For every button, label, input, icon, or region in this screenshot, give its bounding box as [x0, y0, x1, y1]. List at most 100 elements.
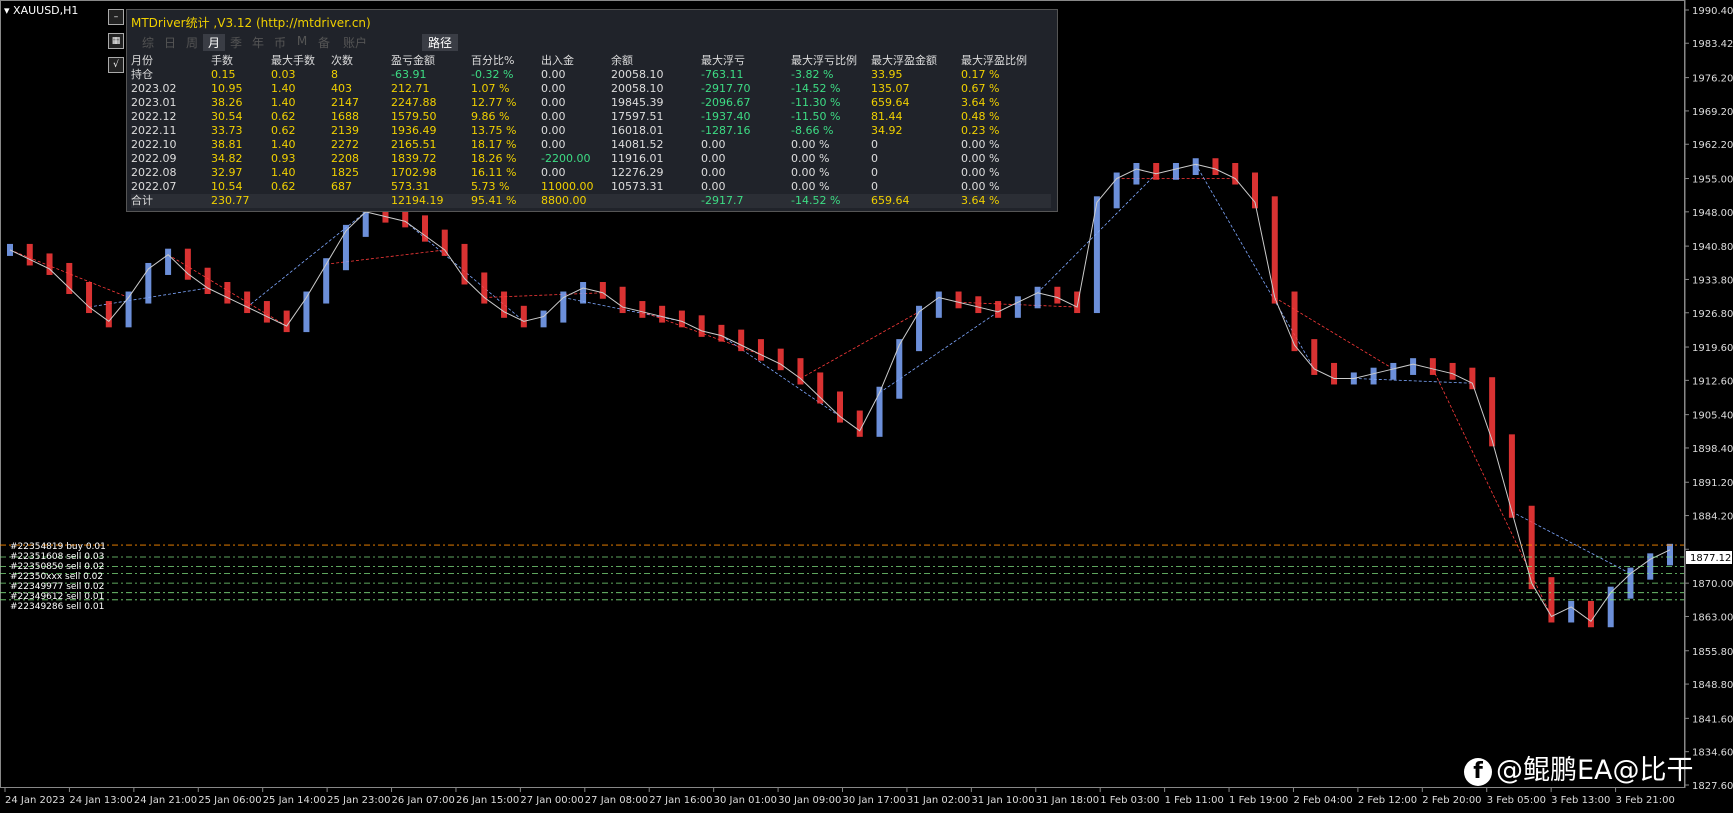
path-button[interactable]: 路径 — [422, 34, 459, 51]
tab-7[interactable]: M — [291, 34, 313, 51]
table-cell: 0.00 % — [961, 138, 1000, 151]
table-cell: 0.00 % — [791, 180, 830, 193]
table-cell: 1936.49 — [391, 124, 437, 137]
candle — [1410, 358, 1417, 375]
y-tick-label: 1983.42 — [1692, 39, 1733, 50]
tab-1[interactable]: 日 — [159, 34, 181, 51]
candle — [441, 229, 448, 256]
table-cell: 2208 — [331, 152, 359, 165]
candle — [1133, 162, 1140, 185]
table-cell: 10573.31 — [611, 180, 664, 193]
order-label: #22349977 sell 0.02 — [10, 582, 105, 592]
table-cell: 0 — [871, 138, 878, 151]
x-tick-label: 1 Feb 19:00 — [1229, 795, 1288, 806]
candle — [1587, 600, 1594, 628]
table-cell: 0.00 % — [791, 152, 830, 165]
table-cell: 0.00 — [541, 82, 566, 95]
table-cell: 2022.09 — [131, 152, 177, 165]
candle — [263, 301, 270, 323]
tab-6[interactable]: 币 — [269, 34, 291, 51]
table-cell: -2200.00 — [541, 152, 591, 165]
x-tick-label: 31 Jan 18:00 — [1036, 795, 1099, 806]
table-cell: -2917.70 — [701, 82, 751, 95]
column-header: 余额 — [611, 54, 633, 67]
table-cell: 0.00 — [701, 166, 726, 179]
candle — [678, 310, 685, 328]
table-row: 2022.11 33.73 0.62 2139 1936.49 13.75 % 0.00 16… — [131, 124, 1051, 138]
candle — [757, 339, 764, 361]
table-row: 2022.08 32.97 1.40 1825 1702.98 16.11 % 0.00 12… — [131, 166, 1051, 180]
y-tick-label: 1841.60 — [1692, 714, 1733, 725]
x-tick-label: 2 Feb 04:00 — [1293, 795, 1352, 806]
table-cell: 2139 — [331, 124, 359, 137]
candle — [501, 291, 508, 318]
table-cell: 1702.98 — [391, 166, 437, 179]
x-tick-label: 30 Jan 17:00 — [843, 795, 906, 806]
tab-8[interactable]: 备 — [313, 34, 335, 51]
x-tick-label: 3 Feb 05:00 — [1487, 795, 1546, 806]
column-header: 手数 — [211, 54, 233, 67]
x-tick-label: 25 Jan 14:00 — [263, 795, 326, 806]
tab-9[interactable]: 账户 — [335, 34, 375, 51]
table-cell: 135.07 — [871, 82, 910, 95]
y-tick-label: 1940.80 — [1692, 242, 1733, 253]
x-tick-label: 1 Feb 03:00 — [1100, 795, 1159, 806]
order-label: #22350850 sell 0.02 — [10, 562, 105, 572]
table-cell: -2096.67 — [701, 96, 751, 109]
table-cell: 212.71 — [391, 82, 430, 95]
table-cell: 3.64 % — [961, 194, 1000, 207]
tab-3[interactable]: 月 — [203, 34, 225, 51]
panel-title: MTDriver统计 ,V3.12 (http://mtdriver.cn) — [131, 16, 371, 30]
table-cell: 403 — [331, 82, 352, 95]
candle — [1331, 362, 1338, 385]
candle — [1014, 296, 1021, 318]
table-cell: 0 — [871, 152, 878, 165]
table-cell: 16.11 % — [471, 166, 517, 179]
x-tick-label: 24 Jan 2023 — [5, 795, 65, 806]
candle — [1568, 600, 1575, 623]
symbol-label: ▾ XAUUSD,H1 — [4, 4, 79, 17]
table-row: 2023.01 38.26 1.40 2147 2247.88 12.77 % 0.00 19… — [131, 96, 1051, 110]
y-tick-label: 1948.00 — [1692, 208, 1733, 219]
candle — [718, 324, 725, 342]
table-cell: 38.81 — [211, 138, 243, 151]
tab-4[interactable]: 季 — [225, 34, 247, 51]
table-cell: 34.92 — [871, 124, 903, 137]
table-cell: 0.03 — [271, 68, 296, 81]
y-tick-label: 1969.20 — [1692, 107, 1733, 118]
facebook-icon: f — [1464, 757, 1492, 786]
candle — [856, 410, 863, 437]
order-label: #22354819 buy 0.01 — [10, 542, 106, 552]
candle — [639, 301, 646, 318]
table-cell: 18.17 % — [471, 138, 517, 151]
table-cell: 81.44 — [871, 110, 903, 123]
stats-toggle-button[interactable]: ▦ — [108, 33, 124, 49]
watermark: f @鲲鹏EA@比干 — [1464, 748, 1694, 787]
table-cell: 18.26 % — [471, 152, 517, 165]
table-cell: 3.64 % — [961, 96, 1000, 109]
x-axis: 24 Jan 2023 24 Jan 13:00 24 Jan 21:00 25 Ja… — [4, 788, 1675, 806]
candle — [224, 282, 231, 304]
table-cell: 0.00 — [541, 138, 566, 151]
column-header: 次数 — [331, 54, 353, 67]
table-cell: 0.00 % — [961, 152, 1000, 165]
x-tick-label: 25 Jan 23:00 — [327, 795, 390, 806]
watermark-text: @鲲鹏EA@比干 — [1496, 755, 1694, 786]
x-tick-label: 2 Feb 12:00 — [1358, 795, 1417, 806]
check-button[interactable]: √ — [108, 57, 124, 73]
candle — [599, 282, 606, 299]
table-cell: 0.62 — [271, 110, 296, 123]
table-cell: 2023.01 — [131, 96, 177, 109]
table-cell: -14.52 % — [791, 82, 841, 95]
candle — [1370, 367, 1377, 385]
candle — [1153, 162, 1160, 180]
tab-0[interactable]: 综 — [137, 34, 159, 51]
table-cell — [271, 194, 331, 208]
minimize-button[interactable]: – — [108, 9, 124, 25]
column-header: 月份 — [131, 54, 153, 67]
tab-5[interactable]: 年 — [247, 34, 269, 51]
table-cell: -0.32 % — [471, 68, 514, 81]
table-cell: 2022.08 — [131, 166, 177, 179]
table-cell: 0.00 — [701, 138, 726, 151]
tab-2[interactable]: 周 — [181, 34, 203, 51]
